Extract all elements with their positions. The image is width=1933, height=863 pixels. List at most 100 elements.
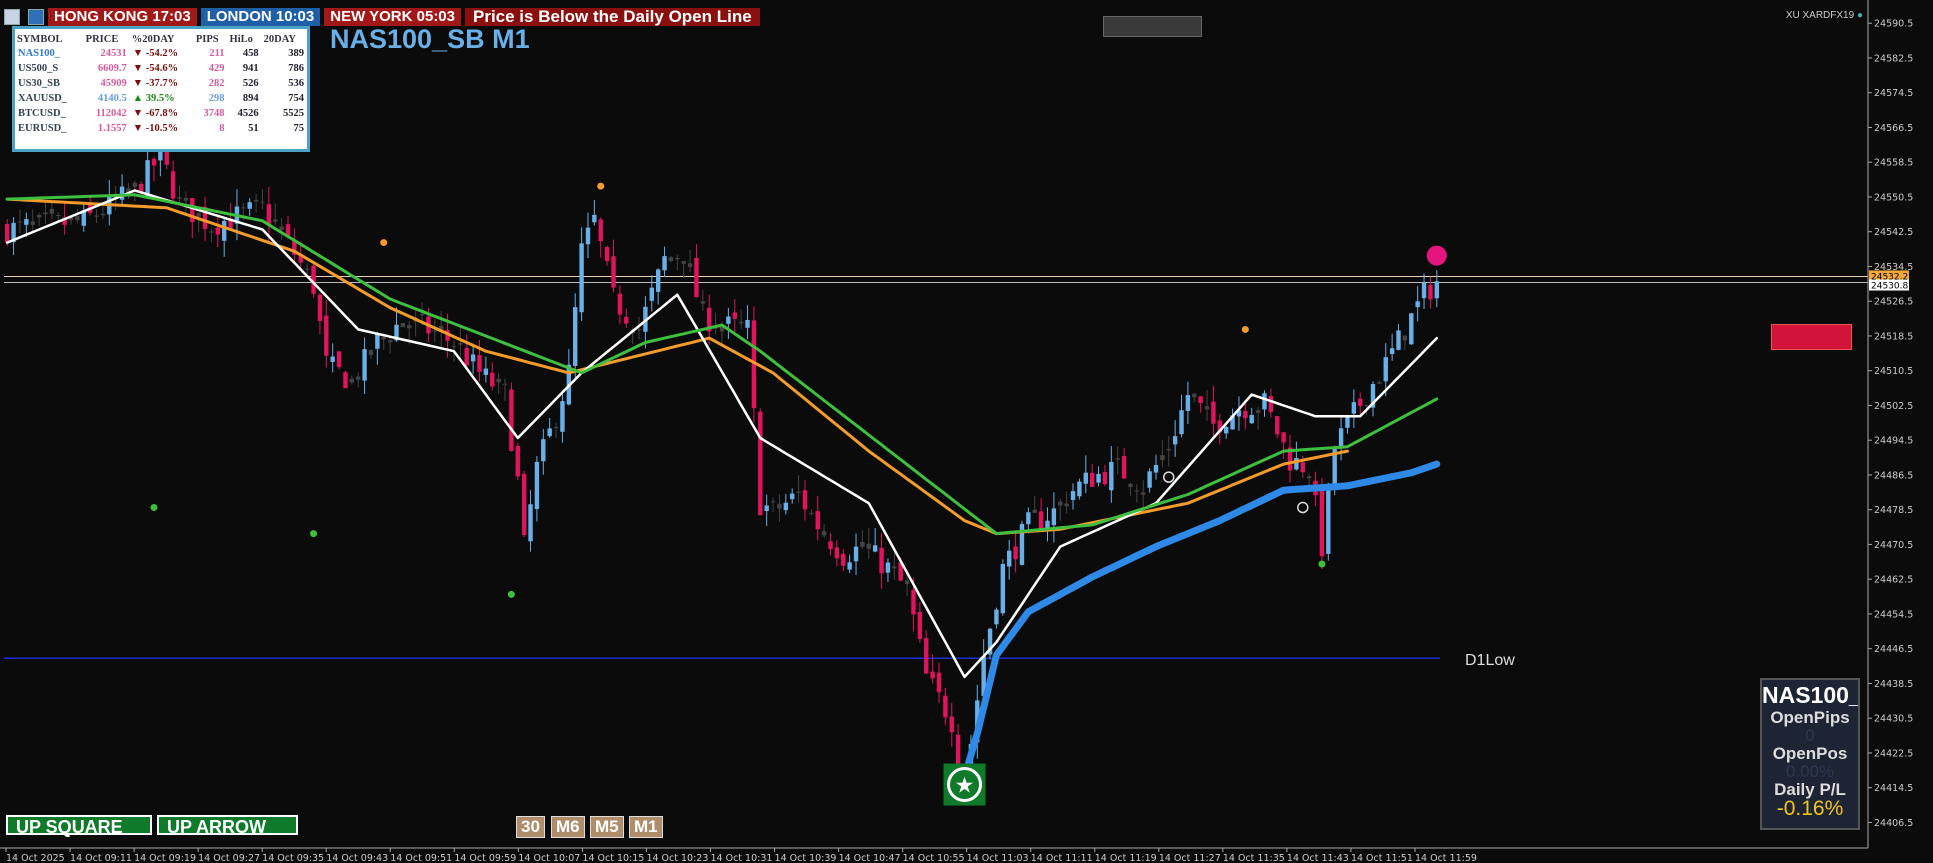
watchlist-row[interactable]: US500_S 6609.7 ▼ -54.6% 429 941 786: [15, 61, 307, 76]
y-tick-label: 24590.5: [1874, 19, 1913, 30]
x-tick-label: 14 Oct 09:11: [70, 853, 132, 863]
watch-price: 45909: [100, 78, 127, 89]
candle-body: [177, 197, 182, 199]
watch-pct: ▼ -54.2%: [132, 48, 179, 59]
candle-body: [1096, 473, 1101, 483]
candle-body: [943, 695, 948, 718]
watch-pips: 429: [208, 63, 225, 74]
sell-signal-box[interactable]: [1771, 324, 1852, 350]
y-tick-label: 24470.5: [1874, 540, 1913, 551]
watch-pct: ▼ -67.8%: [132, 108, 179, 119]
x-tick-label: 14 Oct 2025: [6, 853, 65, 863]
d1low-label: D1Low: [1465, 652, 1515, 669]
candle-body: [1421, 283, 1427, 299]
candle-body: [1064, 503, 1069, 507]
watchlist-row[interactable]: NAS100_ 24531 ▼ -54.2% 211 458 389: [15, 46, 307, 61]
candle-body: [687, 263, 693, 267]
watch-price: 112042: [95, 108, 127, 119]
watch-price: 6609.7: [97, 63, 127, 74]
y-tick-label: 24422.5: [1874, 748, 1913, 759]
candle-body: [758, 411, 763, 516]
watch-symbol: BTCUSD_: [18, 108, 66, 119]
candle-body: [368, 350, 374, 355]
candle-body: [1141, 492, 1146, 495]
candle-body: [490, 372, 495, 387]
candle-body: [362, 349, 367, 381]
candle-body: [764, 505, 769, 512]
x-tick-label: 14 Oct 10:47: [839, 853, 901, 863]
x-tick-label: 14 Oct 10:55: [903, 853, 965, 863]
timeframe-30-button[interactable]: 30: [516, 816, 545, 838]
candle-body: [30, 221, 35, 225]
candle-body: [387, 340, 393, 343]
candle-body: [458, 343, 463, 345]
y-tick-label: 24486.5: [1874, 470, 1913, 481]
candle-body: [273, 219, 278, 222]
candle-body: [496, 378, 501, 383]
candle-body: [170, 171, 176, 199]
watchlist-row[interactable]: BTCUSD_ 112042 ▼ -67.8% 3748 4526 5525: [15, 106, 307, 121]
chart-mode-icon[interactable]: [28, 9, 44, 25]
watchlist-row[interactable]: XAUUSD_ 4140.5 ▲ 39.5% 298 894 754: [15, 91, 307, 106]
candle-body: [904, 580, 910, 584]
y-tick-label: 24550.5: [1874, 192, 1913, 203]
candle-body: [1319, 489, 1325, 557]
watchlist-header: SYMBOL PRICE %20DAY PIPS HiLo 20DAY: [15, 33, 307, 46]
x-tick-label: 14 Oct 11:27: [1159, 853, 1221, 863]
watch-price: 24531: [100, 48, 127, 59]
watch-hilo: 894: [242, 93, 259, 104]
candle-body: [1109, 461, 1114, 491]
timeframe-m1-button[interactable]: M1: [629, 816, 663, 838]
clock-hong-kong: HONG KONG 17:03: [48, 8, 197, 26]
watch-pips: 282: [208, 78, 225, 89]
candle-body: [917, 611, 923, 639]
watch-hilo: 458: [242, 48, 259, 59]
candle-body: [1306, 476, 1312, 479]
fractal-dot: [507, 590, 515, 598]
candle-body: [834, 547, 840, 559]
clock-london: LONDON 10:03: [200, 8, 321, 26]
candle-body: [1275, 416, 1280, 435]
candle-body: [1083, 472, 1088, 484]
candle-body: [1102, 472, 1108, 485]
watchlist-row[interactable]: US30_SB 45909 ▼ -37.7% 282 526 536: [15, 76, 307, 91]
up-arrow-button[interactable]: UP ARROW: [157, 815, 298, 837]
candle-body: [1089, 472, 1095, 487]
candle-body: [279, 226, 284, 231]
dashboard-button[interactable]: [1103, 16, 1202, 37]
watch-20day: 5525: [283, 108, 304, 119]
candle-body: [451, 346, 457, 348]
y-tick-label: 24406.5: [1874, 818, 1913, 829]
x-tick-label: 14 Oct 11:59: [1415, 853, 1477, 863]
up-square-button[interactable]: UP SQUARE: [6, 815, 152, 837]
candle-body: [1160, 455, 1165, 461]
candle-body: [1007, 550, 1012, 567]
candle-body: [1147, 471, 1152, 488]
candle-body: [955, 734, 961, 764]
y-tick-label: 24502.5: [1874, 401, 1913, 412]
watch-pct: ▼ -37.7%: [132, 78, 179, 89]
candle-body: [266, 204, 272, 225]
candle-body: [260, 201, 265, 203]
candle-body: [1281, 432, 1286, 443]
timeframe-m5-button[interactable]: M5: [590, 816, 624, 838]
watch-pips: 298: [208, 93, 225, 104]
candle-body: [509, 389, 514, 452]
watch-20day: 786: [288, 63, 304, 74]
timeframe-m6-button[interactable]: M6: [551, 816, 585, 838]
sell-signal-dot: [1426, 245, 1447, 266]
watchlist-row[interactable]: EURUSD_ 1.1557 ▼ -10.5% 8 51 75: [15, 121, 307, 136]
candle-body: [432, 330, 437, 332]
candle-body: [285, 224, 291, 236]
candle-body: [1185, 395, 1191, 411]
trade-marker-icon: [1297, 501, 1309, 514]
candle-body: [470, 354, 476, 362]
y-tick-label: 24438.5: [1874, 679, 1913, 690]
candle-body: [745, 319, 750, 328]
candle-body: [936, 672, 942, 693]
candle-body: [24, 219, 29, 225]
candle-body: [56, 214, 61, 216]
candle-body: [521, 473, 527, 535]
candle-body: [75, 216, 80, 220]
menu-icon[interactable]: [4, 9, 20, 25]
